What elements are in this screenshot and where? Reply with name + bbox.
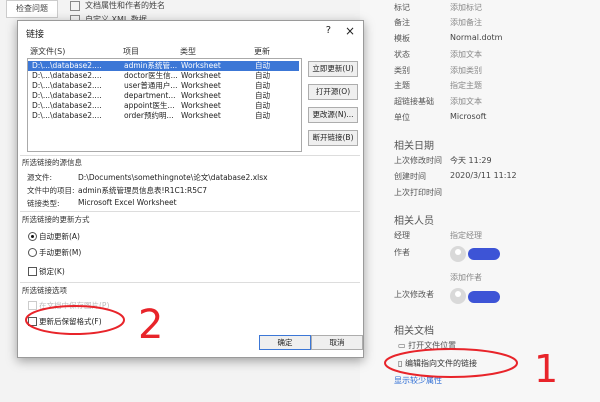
annotation-number-1: 1 [534,347,558,391]
annotation-number-2: 2 [138,302,163,348]
annotation-circle-keep-format [25,305,125,335]
annotation-circle-edit-links [384,348,518,378]
red-annotations: 2 1 [25,302,558,391]
